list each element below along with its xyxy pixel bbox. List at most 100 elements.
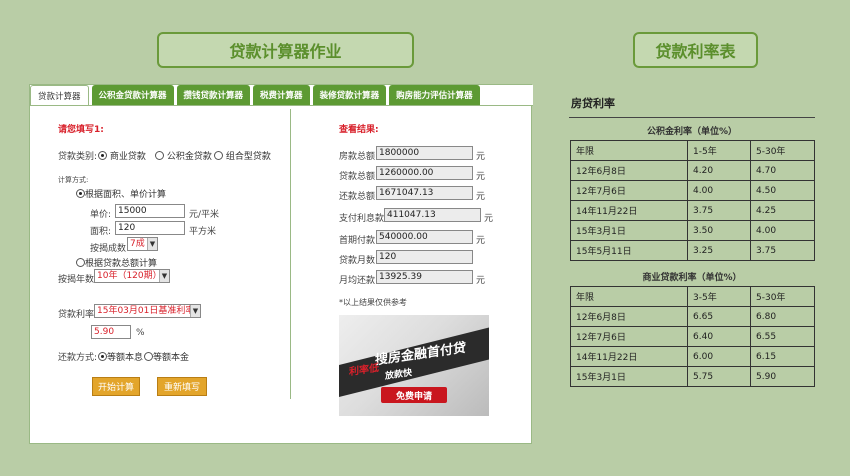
table-cell: 5.75 bbox=[687, 366, 751, 387]
tab-gjj-calculator[interactable]: 公积金贷款计算器 bbox=[91, 85, 174, 105]
loan-type-radio-gjj[interactable]: 公积金贷款 bbox=[155, 149, 212, 162]
table-cell: 6.15 bbox=[750, 346, 815, 367]
tab-loan-calculator[interactable]: 贷款计算器 bbox=[30, 85, 89, 105]
repay-radio-equal-principal[interactable]: 等额本金 bbox=[144, 350, 189, 363]
ratio-select[interactable]: 7成 ▼ bbox=[127, 237, 158, 251]
start-calc-button[interactable]: 开始计算 bbox=[92, 377, 140, 396]
rate-unit: % bbox=[136, 328, 145, 338]
tab-saving-calculator[interactable]: 攒钱贷款计算器 bbox=[176, 85, 251, 105]
table-cell: 4.00 bbox=[687, 180, 751, 201]
table-cell: 6.55 bbox=[750, 326, 815, 347]
ratio-label: 按揭成数 bbox=[90, 244, 127, 254]
table-cell: 15年5月11日 bbox=[570, 240, 688, 261]
results-note: *以上结果仅供参考 bbox=[339, 298, 407, 307]
table-cell: 3.75 bbox=[750, 240, 815, 261]
chevron-down-icon: ▼ bbox=[190, 305, 200, 317]
table-cell: 3-5年 bbox=[687, 286, 751, 307]
table-cell: 6.80 bbox=[750, 306, 815, 327]
years-select[interactable]: 10年（120期） ▼ bbox=[94, 269, 170, 283]
radio-icon bbox=[155, 151, 164, 160]
radio-icon bbox=[98, 352, 107, 361]
table-cell: 3.25 bbox=[687, 240, 751, 261]
result-label-loan-total: 贷款总额: bbox=[339, 172, 379, 182]
loan-ad-banner[interactable]: 搜房金融首付贷 利率低 放款快 免费申请 bbox=[339, 315, 489, 416]
table-cell: 3.50 bbox=[687, 220, 751, 241]
table-cell: 6.65 bbox=[687, 306, 751, 327]
result-unit: 元 bbox=[476, 172, 486, 182]
table-cell: 1-5年 bbox=[687, 140, 751, 161]
table-cell: 5-30年 bbox=[750, 286, 815, 307]
chevron-down-icon: ▼ bbox=[147, 238, 157, 250]
method-total-radio[interactable]: 根据贷款总额计算 bbox=[76, 256, 157, 269]
table-row: 12年6月8日 4.20 4.70 bbox=[570, 160, 815, 181]
table-row: 15年3月1日 5.75 5.90 bbox=[570, 366, 815, 387]
table-cell: 12年6月8日 bbox=[570, 306, 688, 327]
radio-icon bbox=[76, 189, 85, 198]
repay-radio-equal-payment[interactable]: 等额本息 bbox=[98, 350, 143, 363]
repay-label: 还款方式: bbox=[58, 353, 98, 363]
results-title: 查看结果: bbox=[339, 125, 379, 135]
result-unit: 元 bbox=[484, 214, 494, 224]
tab-underline bbox=[30, 105, 533, 106]
result-value-months: 120 bbox=[376, 250, 473, 264]
table-row: 12年7月6日 4.00 4.50 bbox=[570, 180, 815, 201]
table-row: 12年6月8日 6.65 6.80 bbox=[570, 306, 815, 327]
mortgage-rate-title: 房贷利率 bbox=[571, 97, 615, 110]
result-unit: 元 bbox=[476, 276, 486, 286]
calculator-title: 贷款计算器作业 bbox=[157, 32, 414, 68]
chevron-down-icon: ▼ bbox=[159, 270, 169, 282]
reset-button[interactable]: 重新填写 bbox=[157, 377, 207, 396]
table-row: 15年5月11日 3.25 3.75 bbox=[570, 240, 815, 261]
radio-icon bbox=[144, 352, 153, 361]
area-label: 面积: bbox=[90, 227, 112, 237]
table-cell: 15年3月1日 bbox=[570, 220, 688, 241]
loan-type-radio-combo[interactable]: 组合型贷款 bbox=[214, 149, 271, 162]
ad-apply-button[interactable]: 免费申请 bbox=[381, 387, 447, 403]
table-cell: 12年7月6日 bbox=[570, 180, 688, 201]
tab-affordability-calculator[interactable]: 购房能力评估计算器 bbox=[389, 85, 480, 105]
column-divider bbox=[290, 109, 291, 399]
rate-select[interactable]: 15年03月01日基准利率 ▼ bbox=[94, 304, 201, 318]
table-cell: 4.50 bbox=[750, 180, 815, 201]
table-cell: 6.00 bbox=[687, 346, 751, 367]
loan-type-label: 贷款类别: bbox=[58, 152, 98, 162]
calculator-panel: 贷款计算器 公积金贷款计算器 攒钱贷款计算器 税费计算器 装修贷款计算器 购房能… bbox=[29, 84, 533, 444]
result-value-monthly: 13925.39 bbox=[376, 270, 473, 284]
table-cell: 6.40 bbox=[687, 326, 751, 347]
rate-label: 贷款利率 bbox=[58, 310, 95, 320]
table-cell: 12年7月6日 bbox=[570, 326, 688, 347]
area-input[interactable]: 120 bbox=[115, 221, 185, 235]
tab-tax-calculator[interactable]: 税费计算器 bbox=[253, 85, 310, 105]
calc-method-label: 计算方式: bbox=[58, 176, 89, 184]
table-row: 14年11月22日 3.75 4.25 bbox=[570, 200, 815, 221]
table-cell: 15年3月1日 bbox=[570, 366, 688, 387]
result-value-repay-total: 1671047.13 bbox=[376, 186, 473, 200]
unit-price-input[interactable]: 15000 bbox=[115, 204, 185, 218]
tab-renovation-calculator[interactable]: 装修贷款计算器 bbox=[312, 85, 387, 105]
result-unit: 元 bbox=[476, 236, 486, 246]
result-label-monthly: 月均还款: bbox=[339, 276, 379, 286]
result-label-interest: 支付利息款: bbox=[339, 214, 388, 224]
method-area-radio[interactable]: 根据面积、单价计算 bbox=[76, 187, 166, 200]
result-label-house-total: 房款总额: bbox=[339, 152, 379, 162]
radio-icon bbox=[98, 151, 107, 160]
biz-rate-caption: 商业贷款利率（单位%） bbox=[642, 273, 742, 283]
table-cell: 年限 bbox=[570, 286, 688, 307]
table-cell: 3.75 bbox=[687, 200, 751, 221]
years-label: 按揭年数 bbox=[58, 275, 95, 285]
table-cell: 5.90 bbox=[750, 366, 815, 387]
form-section-title: 请您填写1: bbox=[58, 125, 104, 135]
radio-icon bbox=[76, 258, 85, 267]
table-cell: 12年6月8日 bbox=[570, 160, 688, 181]
result-label-months: 贷款月数: bbox=[339, 256, 379, 266]
result-unit: 元 bbox=[476, 152, 486, 162]
result-value-house-total: 1800000 bbox=[376, 146, 473, 160]
result-label-down-payment: 首期付款: bbox=[339, 236, 379, 246]
rate-input[interactable]: 5.90 bbox=[91, 325, 131, 339]
loan-type-radio-commercial[interactable]: 商业贷款 bbox=[98, 149, 146, 162]
unit-price-unit: 元/平米 bbox=[189, 210, 220, 220]
table-row: 14年11月22日 6.00 6.15 bbox=[570, 346, 815, 367]
table-row: 15年3月1日 3.50 4.00 bbox=[570, 220, 815, 241]
biz-rate-table: 年限 3-5年 5-30年 12年6月8日 6.65 6.80 12年7月6日 … bbox=[570, 286, 815, 387]
rate-title-rule bbox=[569, 117, 815, 118]
